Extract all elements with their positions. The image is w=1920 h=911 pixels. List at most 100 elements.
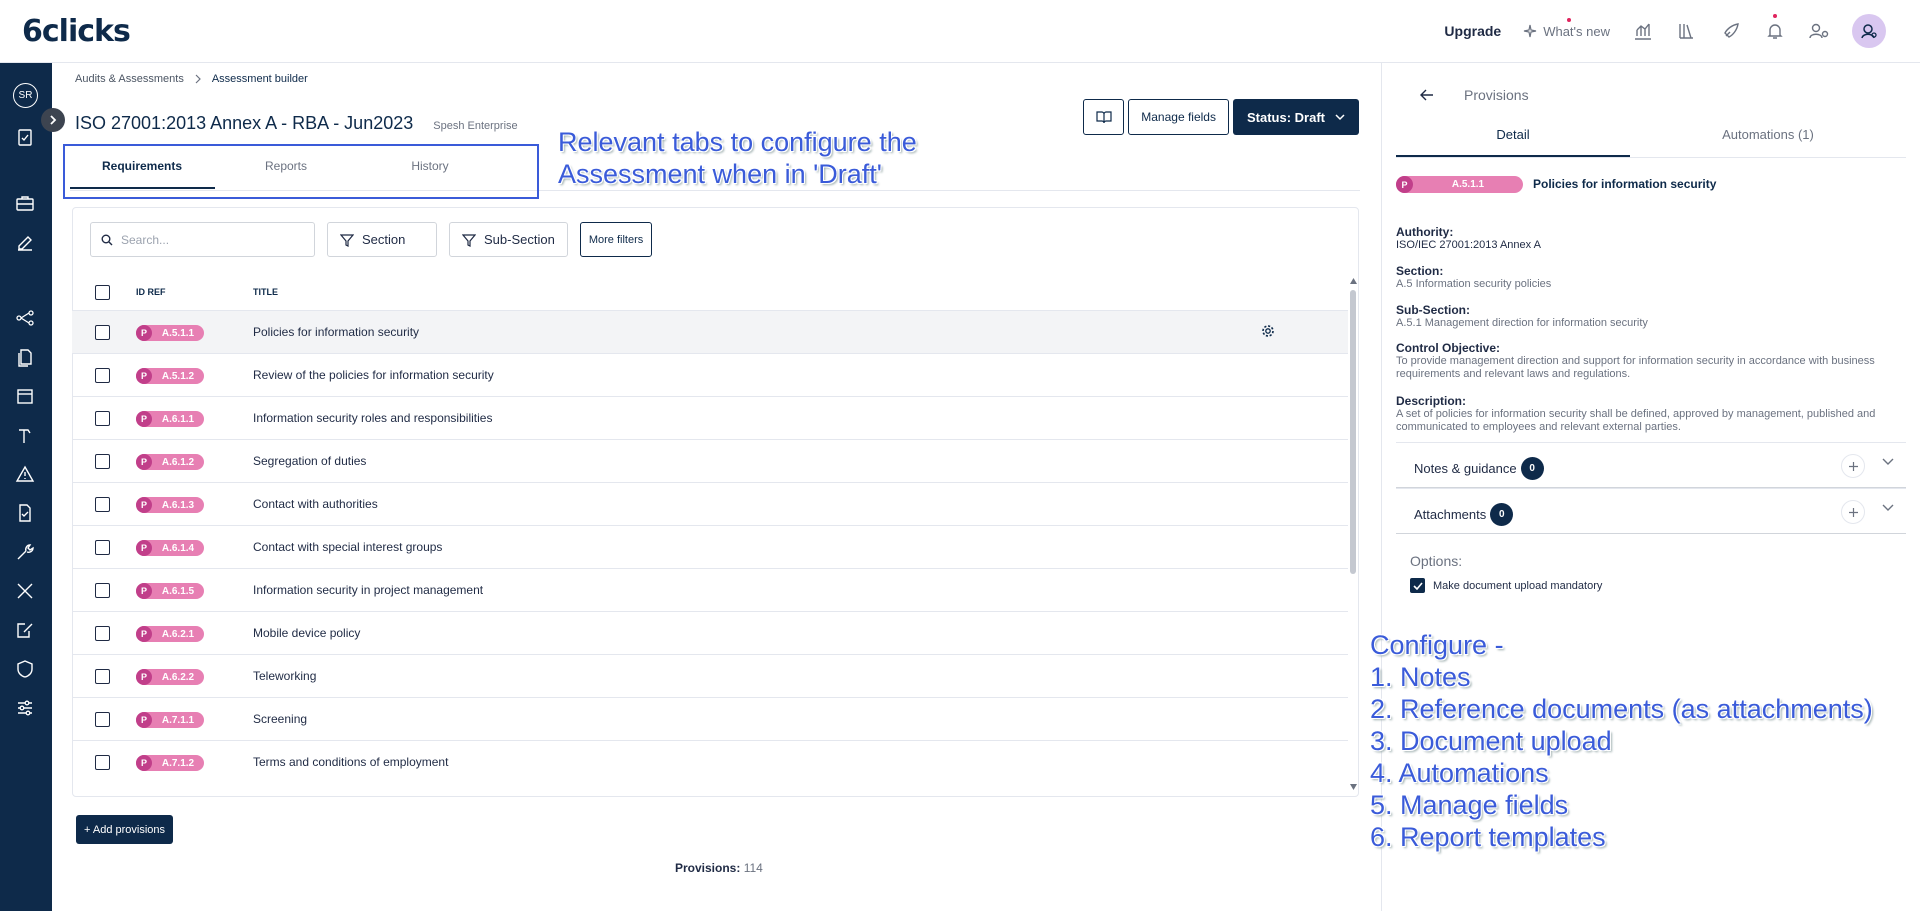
back-arrow-icon[interactable] [1420, 89, 1434, 101]
row-checkbox[interactable] [95, 712, 110, 727]
chevron-down-icon[interactable] [1882, 458, 1894, 466]
sub-section-filter[interactable]: Sub-Section [449, 222, 568, 257]
provision-title[interactable]: Teleworking [253, 669, 316, 683]
field-value: ISO/IEC 27001:2013 Annex A [1396, 239, 1541, 251]
user-initials-avatar[interactable]: SR [13, 83, 38, 108]
users-settings-icon[interactable] [1808, 20, 1830, 42]
provision-type-badge: P [136, 626, 152, 642]
wrench-icon[interactable] [15, 542, 35, 562]
add-note-button[interactable] [1841, 454, 1865, 478]
table-row[interactable]: P A.6.1.2 Segregation of duties [72, 439, 1348, 482]
sidebar: SR [0, 63, 52, 911]
select-all-checkbox[interactable] [95, 285, 110, 300]
chevron-down-icon[interactable] [1882, 504, 1894, 512]
tab-automations[interactable]: Automations (1) [1630, 127, 1906, 142]
table-row[interactable]: P A.7.1.1 Screening [72, 697, 1348, 740]
add-attachment-button[interactable] [1841, 500, 1865, 524]
provision-title[interactable]: Information security in project manageme… [253, 583, 483, 597]
row-checkbox[interactable] [95, 497, 110, 512]
shield-icon[interactable] [15, 659, 35, 679]
upload-mandatory-checkbox[interactable] [1410, 578, 1425, 593]
sidebar-collapse-button[interactable] [41, 108, 65, 132]
table-row[interactable]: P A.6.2.2 Teleworking [72, 654, 1348, 697]
provision-type-badge: P [1396, 176, 1413, 193]
table-header: ID REF TITLE [72, 280, 1348, 310]
section-filter[interactable]: Section [327, 222, 437, 257]
tab-detail[interactable]: Detail [1396, 127, 1630, 142]
table-row[interactable]: P A.6.1.1 Information security roles and r… [72, 396, 1348, 439]
table-row[interactable]: P A.7.1.2 Terms and conditions of employme… [72, 740, 1348, 783]
table-row[interactable]: P A.5.1.2 Review of the policies for infor… [72, 353, 1348, 396]
provision-title[interactable]: Screening [253, 712, 307, 726]
provision-title[interactable]: Review of the policies for information s… [253, 368, 494, 382]
logo[interactable]: 6clicks [22, 14, 131, 49]
network-icon[interactable] [15, 308, 35, 328]
bell-icon[interactable] [1764, 14, 1786, 42]
status-label: Status: Draft [1246, 109, 1325, 125]
table-row[interactable]: P A.6.1.3 Contact with authorities [72, 482, 1348, 525]
provision-title[interactable]: Terms and conditions of employment [253, 755, 448, 769]
table-row[interactable]: P A.6.1.4 Contact with special interest gr… [72, 525, 1348, 568]
documents-icon[interactable] [15, 347, 35, 367]
provisions-count-value: 114 [743, 861, 763, 875]
row-checkbox[interactable] [95, 325, 110, 340]
clipboard-check-icon[interactable] [15, 127, 35, 147]
provision-ref-pill: P A.6.1.5 [136, 583, 204, 599]
warning-icon[interactable] [15, 464, 35, 484]
add-provisions-button[interactable]: + Add provisions [76, 815, 174, 844]
more-filters-button[interactable]: More filters [579, 222, 653, 257]
provision-title[interactable]: Contact with special interest groups [253, 540, 442, 554]
option-upload-mandatory[interactable]: Make document upload mandatory [1410, 578, 1602, 593]
status-dropdown[interactable]: Status: Draft [1232, 99, 1359, 135]
provision-ref: A.7.1.1 [161, 714, 195, 726]
row-checkbox[interactable] [95, 368, 110, 383]
field-label: Section: [1396, 264, 1444, 278]
tools-icon[interactable] [15, 581, 35, 601]
row-checkbox[interactable] [95, 540, 110, 555]
hammer-icon[interactable] [15, 425, 35, 445]
provision-title[interactable]: Segregation of duties [253, 454, 366, 468]
briefcase-icon[interactable] [15, 193, 35, 213]
provision-title[interactable]: Information security roles and responsib… [253, 411, 492, 425]
table-row[interactable]: P A.6.1.5 Information security in project … [72, 568, 1348, 611]
whats-new-link[interactable]: What's new [1523, 17, 1610, 39]
notes-guidance-accordion[interactable]: Notes & guidance 0 [1396, 442, 1906, 488]
edit-doc-icon[interactable] [15, 620, 35, 640]
library-icon[interactable] [1676, 20, 1698, 42]
search-input[interactable]: Search... [90, 222, 315, 257]
provision-ref: A.5.1.1 [1451, 179, 1485, 190]
breadcrumb-parent[interactable]: Audits & Assessments [75, 73, 184, 85]
document-check-icon[interactable] [15, 503, 35, 523]
scroll-up-icon[interactable] [1350, 278, 1357, 284]
provision-ref: A.6.2.2 [161, 671, 195, 683]
provision-title[interactable]: Mobile device policy [253, 626, 360, 640]
guide-book-button[interactable] [1083, 99, 1125, 135]
row-checkbox[interactable] [95, 583, 110, 598]
scroll-down-icon[interactable] [1350, 784, 1357, 790]
edit-icon[interactable] [15, 233, 35, 253]
table-row[interactable]: P A.6.2.1 Mobile device policy [72, 611, 1348, 654]
row-checkbox[interactable] [95, 411, 110, 426]
scrollbar-thumb[interactable] [1350, 290, 1356, 574]
attachments-accordion[interactable]: Attachments 0 [1396, 488, 1906, 534]
row-checkbox[interactable] [95, 454, 110, 469]
plus-icon [1848, 461, 1858, 471]
row-checkbox[interactable] [95, 755, 110, 770]
rocket-icon[interactable] [1720, 20, 1742, 42]
check-icon [1412, 581, 1423, 590]
search-placeholder: Search... [121, 232, 170, 247]
row-checkbox[interactable] [95, 669, 110, 684]
row-checkbox[interactable] [95, 626, 110, 641]
calendar-icon[interactable] [15, 386, 35, 406]
provision-title[interactable]: Contact with authorities [253, 497, 378, 511]
gear-icon[interactable] [1261, 324, 1275, 338]
upgrade-link[interactable]: Upgrade [1444, 23, 1501, 39]
manage-fields-button[interactable]: Manage fields [1128, 99, 1229, 135]
user-avatar-icon[interactable] [1852, 14, 1886, 48]
table-scrollbar[interactable] [1348, 278, 1358, 792]
analytics-icon[interactable] [1632, 20, 1654, 42]
sliders-icon[interactable] [15, 698, 35, 718]
provision-title[interactable]: Policies for information security [253, 325, 419, 339]
provision-ref-pill: P A.6.1.3 [136, 497, 204, 513]
table-row[interactable]: P A.5.1.1 Policies for information securit… [72, 310, 1348, 353]
